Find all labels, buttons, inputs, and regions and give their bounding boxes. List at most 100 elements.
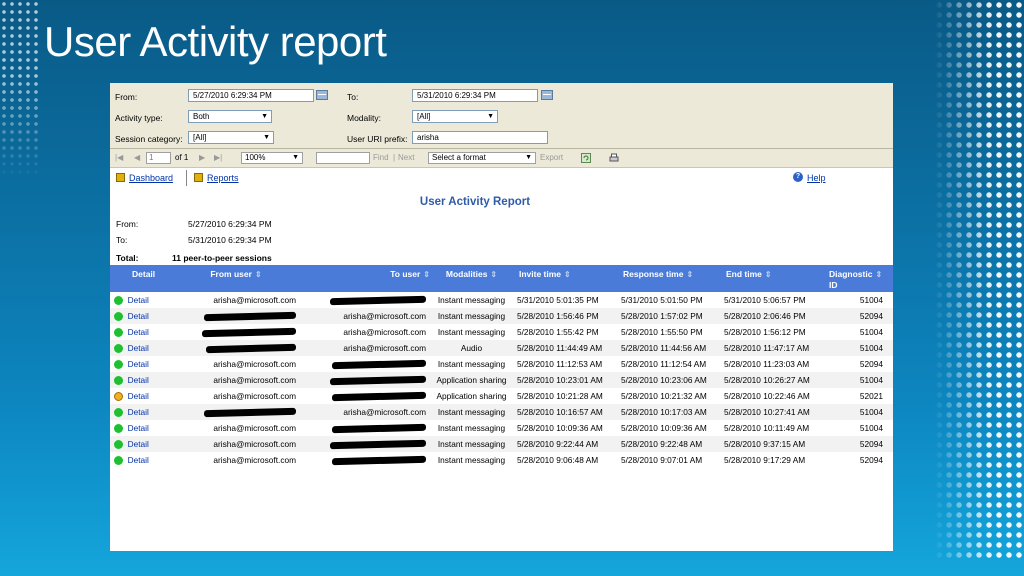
- diagnostic-id-cell: 51004: [823, 372, 893, 388]
- zoom-select[interactable]: 100% ▼: [241, 152, 303, 164]
- detail-link[interactable]: Detail: [128, 407, 149, 417]
- zoom-value: 100%: [245, 153, 266, 162]
- detail-link[interactable]: Detail: [128, 327, 149, 337]
- slide-title: User Activity report: [44, 18, 387, 65]
- sort-icon[interactable]: ⇕: [255, 270, 262, 279]
- from-user-cell: [172, 308, 300, 324]
- print-icon[interactable]: [609, 153, 619, 163]
- parameters-panel: From: 5/27/2010 6:29:34 PM To: 5/31/2010…: [110, 83, 893, 149]
- invite-time-cell: 5/28/2010 1:56:46 PM: [513, 308, 617, 324]
- detail-link[interactable]: Detail: [128, 375, 149, 385]
- activity-type-label: Activity type:: [115, 113, 163, 123]
- detail-cell: Detail: [110, 340, 172, 356]
- response-time-cell: 5/28/2010 10:09:36 AM: [621, 423, 707, 433]
- diagnostic-id-cell: 52094: [859, 359, 883, 369]
- page-number-input[interactable]: 1: [146, 152, 171, 164]
- modality-cell: Instant messaging: [437, 327, 506, 337]
- end-time-cell: 5/28/2010 9:17:29 AM: [724, 455, 806, 465]
- success-status-icon: [114, 344, 123, 354]
- report-title: User Activity Report: [419, 196, 531, 208]
- from-calendar-icon[interactable]: [316, 90, 328, 100]
- detail-cell: Detail: [110, 388, 172, 404]
- response-time-cell: 5/28/2010 1:55:50 PM: [621, 327, 703, 337]
- col-from-user[interactable]: From user ⇕: [172, 265, 300, 292]
- invite-time-cell: 5/28/2010 10:09:36 AM: [517, 423, 603, 433]
- detail-link[interactable]: Detail: [128, 343, 149, 353]
- to-user-cell: arisha@microsoft.com: [300, 340, 430, 356]
- report-screenshot: From: 5/27/2010 6:29:34 PM To: 5/31/2010…: [110, 83, 893, 551]
- response-time-cell: 5/28/2010 10:21:32 AM: [621, 391, 707, 401]
- detail-link[interactable]: Detail: [128, 295, 149, 305]
- detail-link[interactable]: Detail: [128, 439, 149, 449]
- find-button[interactable]: Find: [373, 153, 389, 162]
- sort-icon[interactable]: ⇕: [765, 270, 772, 279]
- user-uri-input[interactable]: arisha: [412, 131, 548, 144]
- response-time-cell: 5/28/2010 9:07:01 AM: [621, 455, 703, 465]
- help-icon[interactable]: ?: [793, 172, 803, 182]
- success-status-icon: [114, 328, 123, 338]
- nav-bar: Dashboard Reports ? Help: [110, 168, 893, 188]
- col-response-time[interactable]: Response time ⇕: [617, 265, 720, 292]
- export-format-select[interactable]: Select a format ▼: [428, 152, 536, 164]
- sort-icon[interactable]: ⇕: [490, 270, 497, 279]
- col-diagnostic-id[interactable]: Diagnostic ⇕ ID: [823, 265, 893, 292]
- reports-icon: [194, 173, 203, 182]
- from-user-cell: arisha@microsoft.com: [172, 436, 300, 452]
- diagnostic-id-cell: 51004: [859, 327, 883, 337]
- detail-link[interactable]: Detail: [128, 455, 149, 465]
- sort-icon[interactable]: ⇕: [423, 270, 430, 279]
- chevron-down-icon: ▼: [261, 113, 268, 120]
- help-link[interactable]: Help: [807, 173, 826, 183]
- redacted-user: [332, 456, 426, 466]
- last-page-icon[interactable]: ▶|: [214, 153, 222, 162]
- dashboard-link[interactable]: Dashboard: [129, 173, 173, 183]
- response-time-cell: 5/28/2010 10:17:03 AM: [617, 404, 720, 420]
- modality-select[interactable]: [All] ▼: [412, 110, 498, 123]
- from-user-cell: [172, 404, 300, 420]
- end-time-cell: 5/28/2010 10:22:46 AM: [724, 391, 810, 401]
- from-user-cell: arisha@microsoft.com: [213, 359, 296, 369]
- sort-icon[interactable]: ⇕: [875, 270, 882, 279]
- col-invite-time[interactable]: Invite time ⇕: [513, 265, 617, 292]
- to-user-cell: [300, 372, 430, 388]
- detail-link[interactable]: Detail: [128, 423, 149, 433]
- chevron-down-icon: ▼: [525, 154, 532, 161]
- detail-link[interactable]: Detail: [128, 359, 149, 369]
- from-user-cell: [172, 324, 300, 340]
- to-calendar-icon[interactable]: [541, 90, 553, 100]
- end-time-cell: 5/31/2010 5:06:57 PM: [724, 295, 806, 305]
- export-button[interactable]: Export: [540, 153, 563, 162]
- table-row: Detail arisha@microsoft.com Instant messag…: [110, 452, 893, 468]
- sort-icon[interactable]: ⇕: [564, 270, 571, 279]
- chevron-down-icon: ▼: [487, 113, 494, 120]
- next-button[interactable]: Next: [398, 153, 414, 162]
- refresh-icon[interactable]: [581, 153, 591, 163]
- invite-time-cell: 5/28/2010 1:55:42 PM: [517, 327, 599, 337]
- reports-link[interactable]: Reports: [207, 173, 239, 183]
- detail-link[interactable]: Detail: [128, 311, 149, 321]
- detail-link[interactable]: Detail: [128, 391, 149, 401]
- report-from-value: 5/27/2010 6:29:34 PM: [188, 219, 272, 229]
- from-date-input[interactable]: 5/27/2010 6:29:34 PM: [188, 89, 314, 102]
- first-page-icon[interactable]: |◀: [115, 153, 123, 162]
- col-detail: Detail: [110, 265, 172, 292]
- redacted-user: [204, 312, 296, 322]
- col-end-time[interactable]: End time ⇕: [720, 265, 823, 292]
- table-header-row: Detail From user ⇕ To user ⇕ Modalities ⇕ I…: [110, 265, 893, 292]
- previous-page-icon[interactable]: ◀: [134, 153, 140, 162]
- to-date-input[interactable]: 5/31/2010 6:29:34 PM: [412, 89, 538, 102]
- chevron-down-icon: ▼: [263, 134, 270, 141]
- activity-type-select[interactable]: Both ▼: [188, 110, 272, 123]
- session-category-select[interactable]: [All] ▼: [188, 131, 274, 144]
- next-page-icon[interactable]: ▶: [199, 153, 205, 162]
- sort-icon[interactable]: ⇕: [686, 270, 693, 279]
- success-status-icon: [114, 296, 123, 306]
- end-time-cell: 5/28/2010 11:23:03 AM: [724, 359, 810, 369]
- diagnostic-id-cell: 52094: [823, 436, 893, 452]
- col-modalities[interactable]: Modalities ⇕: [430, 265, 513, 292]
- from-user-cell: arisha@microsoft.com: [213, 423, 296, 433]
- find-input[interactable]: [316, 152, 370, 164]
- redacted-user: [330, 440, 426, 450]
- chevron-down-icon: ▼: [292, 154, 299, 161]
- col-to-user[interactable]: To user ⇕: [300, 265, 430, 292]
